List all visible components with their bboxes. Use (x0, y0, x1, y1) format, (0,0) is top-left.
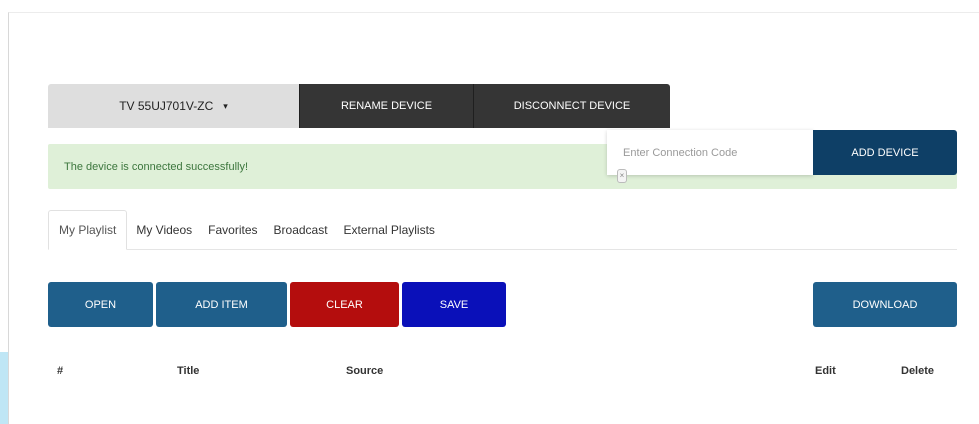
add-item-button[interactable]: ADD ITEM (156, 282, 287, 327)
playlist-table-header: # Title Source Edit Delete (48, 362, 957, 382)
device-toolbar: TV 55UJ701V-ZC ▾ RENAME DEVICE DISCONNEC… (48, 84, 670, 128)
tab-my-videos[interactable]: My Videos (129, 211, 199, 249)
column-header-number: # (57, 365, 64, 377)
success-alert-message: The device is connected successfully! (64, 160, 249, 173)
chevron-down-icon: ▾ (223, 100, 228, 111)
connection-code-box (607, 130, 813, 175)
clear-button[interactable]: CLEAR (290, 282, 399, 327)
clear-input-icon[interactable]: × (617, 169, 627, 183)
tab-favorites[interactable]: Favorites (201, 211, 264, 249)
column-header-edit: Edit (815, 365, 836, 377)
playlist-tabs: My Playlist My Videos Favorites Broadcas… (48, 209, 957, 250)
open-button[interactable]: OPEN (48, 282, 153, 327)
connection-code-input[interactable] (621, 145, 813, 160)
column-header-source: Source (346, 365, 384, 377)
disconnect-device-button[interactable]: DISCONNECT DEVICE (473, 84, 670, 128)
rename-device-button[interactable]: RENAME DEVICE (299, 84, 473, 128)
tab-my-playlist[interactable]: My Playlist (48, 210, 128, 250)
column-header-delete: Delete (901, 365, 935, 377)
tab-external-playlists[interactable]: External Playlists (337, 211, 442, 249)
add-device-button[interactable]: ADD DEVICE (813, 130, 957, 175)
device-dropdown[interactable]: TV 55UJ701V-ZC ▾ (48, 84, 299, 128)
save-button[interactable]: SAVE (402, 282, 506, 327)
left-edge-strip (0, 352, 8, 424)
tab-broadcast[interactable]: Broadcast (267, 211, 335, 249)
column-header-title: Title (177, 365, 200, 377)
device-dropdown-label: TV 55UJ701V-ZC (119, 99, 214, 113)
download-button[interactable]: DOWNLOAD (813, 282, 957, 327)
